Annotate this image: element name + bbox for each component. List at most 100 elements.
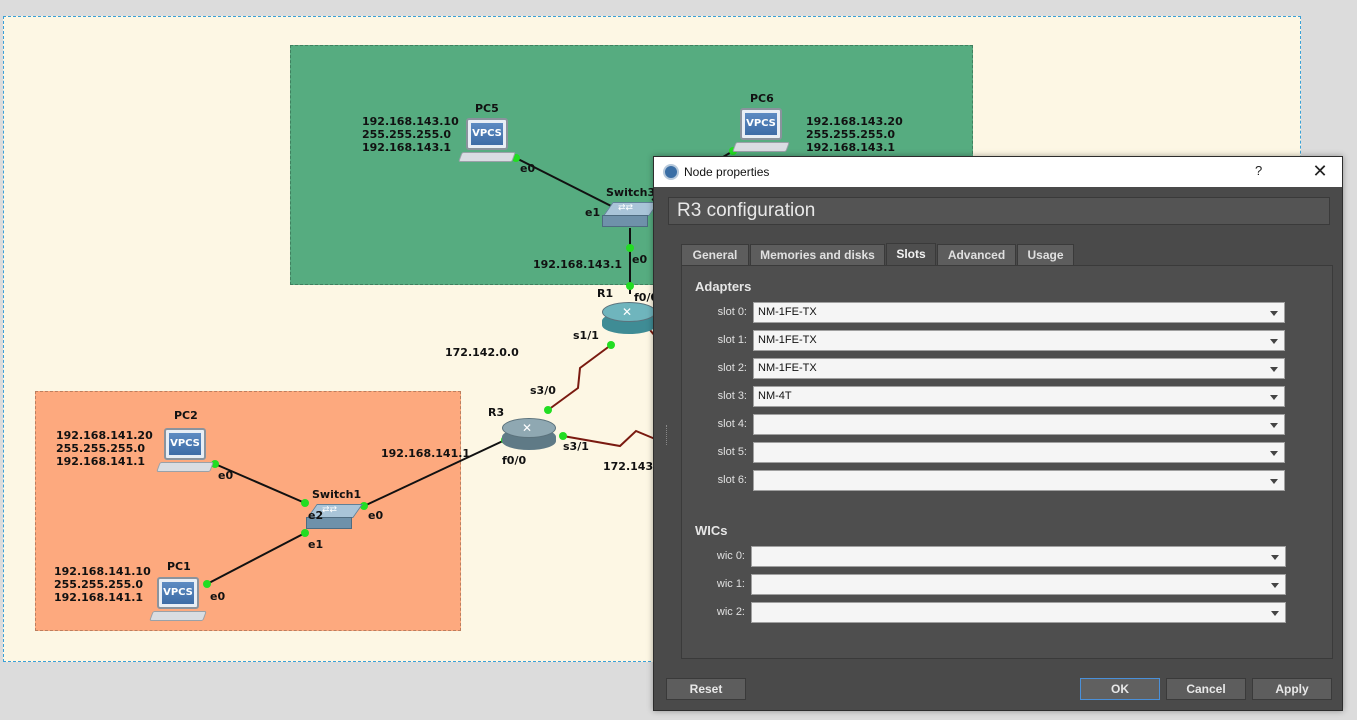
pc2-mask: 255.255.255.0	[56, 442, 146, 455]
pc6-name: PC6	[750, 92, 774, 105]
slot-1-value: NM-1FE-TX	[758, 334, 817, 346]
chevron-down-icon	[1270, 451, 1278, 456]
tab-slots[interactable]: Slots	[886, 243, 936, 267]
switch-arrows-icon: ⇄⇄	[322, 505, 338, 515]
vpcs-icon: VPCS	[162, 582, 194, 604]
r3-port-f00: f0/0	[502, 454, 527, 467]
switch1-port-e2: e2	[308, 509, 324, 522]
dialog-title: Node properties	[684, 165, 770, 179]
switch1-name: Switch1	[312, 488, 362, 501]
wics-group-title: WICs	[695, 523, 728, 538]
pc5-port-e0: e0	[520, 162, 536, 175]
r1-node[interactable]: ✕	[602, 302, 656, 336]
chevron-down-icon	[1271, 583, 1279, 588]
wic-1-label: wic 1:	[716, 578, 745, 590]
slot-0-select[interactable]: NM-1FE-TX	[753, 302, 1285, 323]
pc5-ip: 192.168.143.10	[362, 115, 459, 128]
slot-3-label: slot 3:	[717, 390, 747, 402]
wic-2-select[interactable]	[751, 602, 1286, 623]
slot-1-label: slot 1:	[717, 334, 747, 346]
pc2-node[interactable]: VPCS	[156, 428, 214, 476]
r3-port-s30: s3/0	[530, 384, 556, 397]
pc1-name: PC1	[167, 560, 191, 573]
slot-6-select[interactable]	[753, 470, 1285, 491]
tab-usage[interactable]: Usage	[1017, 244, 1074, 266]
slot-6-label: slot 6:	[717, 474, 747, 486]
reset-button[interactable]: Reset	[666, 678, 746, 700]
link-pc1-switch1[interactable]	[206, 532, 306, 585]
pc2-name: PC2	[174, 409, 198, 422]
help-button[interactable]: ?	[1255, 163, 1262, 178]
chevron-down-icon	[1270, 423, 1278, 428]
tab-memories-and-disks[interactable]: Memories and disks	[750, 244, 885, 266]
pc5-name: PC5	[475, 102, 499, 115]
lan141-gateway-label: 192.168.141.1	[381, 447, 471, 460]
wic-0-label: wic 0:	[716, 550, 745, 562]
r3-node[interactable]: ✕	[502, 418, 556, 452]
pc6-mask: 255.255.255.0	[806, 128, 896, 141]
wic-2-label: wic 2:	[716, 606, 745, 618]
pc1-port-e0: e0	[210, 590, 226, 603]
apply-button[interactable]: Apply	[1252, 678, 1332, 700]
switch-arrows-icon: ⇄⇄	[618, 203, 634, 213]
node-properties-dialog[interactable]: Node properties ? ✕ R3 configuration Gen…	[653, 156, 1343, 711]
pc2-gateway: 192.168.141.1	[56, 455, 146, 468]
cancel-button[interactable]: Cancel	[1166, 678, 1246, 700]
slot-3-select[interactable]: NM-4T	[753, 386, 1285, 407]
pc6-ip: 192.168.143.20	[806, 115, 903, 128]
slot-5-select[interactable]	[753, 442, 1285, 463]
chevron-down-icon	[1270, 367, 1278, 372]
chevron-down-icon	[1270, 395, 1278, 400]
slot-2-label: slot 2:	[717, 362, 747, 374]
vpcs-icon: VPCS	[169, 433, 201, 455]
dialog-titlebar[interactable]: Node properties ? ✕	[654, 157, 1342, 187]
switch1-port-e0: e0	[368, 509, 384, 522]
switch3-node[interactable]: ⇄⇄	[602, 202, 659, 228]
r1-port-s11: s1/1	[573, 329, 599, 342]
adapters-group-title: Adapters	[695, 279, 752, 294]
r3-port-s31: s3/1	[563, 440, 589, 453]
slot-2-value: NM-1FE-TX	[758, 362, 817, 374]
slot-1-select[interactable]: NM-1FE-TX	[753, 330, 1285, 351]
slot-0-label: slot 0:	[717, 306, 747, 318]
pc5-mask: 255.255.255.0	[362, 128, 452, 141]
slot-5-label: slot 5:	[717, 446, 747, 458]
config-header-label: R3 configuration	[677, 200, 816, 221]
chevron-down-icon	[1270, 479, 1278, 484]
wic-1-select[interactable]	[751, 574, 1286, 595]
chevron-down-icon	[1271, 611, 1279, 616]
slot-3-value: NM-4T	[758, 390, 792, 402]
pc1-mask: 255.255.255.0	[54, 578, 144, 591]
switch1-port-e1: e1	[308, 538, 324, 551]
r1-name: R1	[597, 287, 614, 300]
wic-0-select[interactable]	[751, 546, 1286, 567]
vpcs-icon: VPCS	[745, 113, 777, 135]
chevron-down-icon	[1270, 339, 1278, 344]
gns3-app-icon	[663, 164, 679, 180]
pc2-port-e0: e0	[218, 469, 234, 482]
slot-2-select[interactable]: NM-1FE-TX	[753, 358, 1285, 379]
pc1-node[interactable]: VPCS	[149, 577, 207, 625]
close-button[interactable]: ✕	[1302, 159, 1338, 185]
switch3-port-e1: e1	[585, 206, 601, 219]
switch3-port-e0: e0	[632, 253, 648, 266]
ok-button[interactable]: OK	[1080, 678, 1160, 700]
link-r1-r3-serial[interactable]	[547, 344, 612, 411]
slot-4-select[interactable]	[753, 414, 1285, 435]
slot-4-label: slot 4:	[717, 418, 747, 430]
lan143-gateway-label: 192.168.143.1	[533, 258, 623, 271]
wan142-label: 172.142.0.0	[445, 346, 519, 359]
pc2-ip: 192.168.141.20	[56, 429, 153, 442]
pc1-gateway: 192.168.141.1	[54, 591, 144, 604]
pc5-node[interactable]: VPCS	[458, 118, 516, 166]
pc1-ip: 192.168.141.10	[54, 565, 151, 578]
router-arrows-icon: ✕	[622, 305, 633, 319]
tab-advanced[interactable]: Advanced	[937, 244, 1016, 266]
tab-general[interactable]: General	[681, 244, 749, 266]
pc5-gateway: 192.168.143.1	[362, 141, 452, 154]
resize-grip-icon[interactable]	[666, 425, 670, 445]
router-arrows-icon: ✕	[522, 421, 533, 435]
pc6-node[interactable]: VPCS	[732, 108, 790, 156]
config-header: R3 configuration	[668, 197, 1330, 225]
chevron-down-icon	[1271, 555, 1279, 560]
